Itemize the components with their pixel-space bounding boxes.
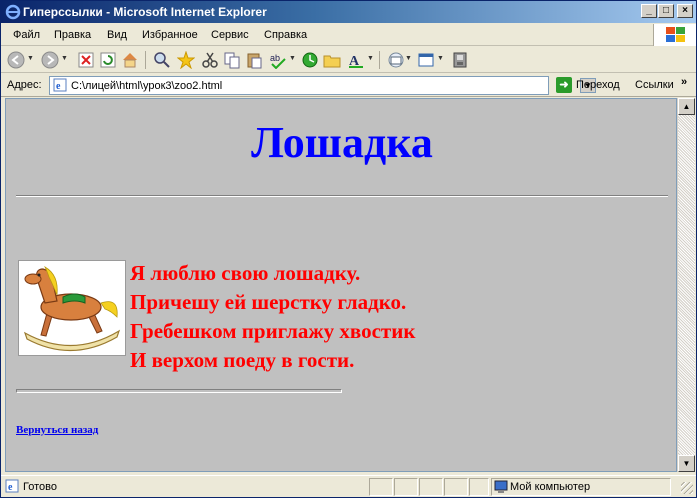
page-icon: e [53, 78, 67, 92]
close-button[interactable]: × [677, 4, 693, 18]
zone-label: Мой компьютер [510, 481, 591, 493]
home-icon[interactable] [121, 51, 139, 69]
spelling-dropdown-icon[interactable]: ▼ [289, 55, 296, 62]
back-icon[interactable] [7, 51, 25, 69]
scroll-down-icon[interactable]: ▼ [678, 455, 695, 472]
back-link[interactable]: Вернуться назад [16, 424, 98, 436]
menu-edit[interactable]: Правка [54, 29, 91, 41]
forward-dropdown-icon[interactable]: ▼ [61, 55, 68, 62]
rocking-horse-image [18, 260, 126, 356]
favorites-icon[interactable] [177, 51, 195, 69]
poem-line: Я люблю свою лошадку. [130, 261, 361, 285]
horizontal-rule [16, 195, 668, 197]
links-chevron-icon[interactable]: » [681, 76, 687, 88]
back-dropdown-icon[interactable]: ▼ [27, 55, 34, 62]
mail-icon[interactable] [387, 51, 405, 69]
menu-view[interactable]: Вид [107, 29, 127, 41]
toolbar-separator [379, 51, 380, 69]
address-input[interactable]: e C:\лицей\html\урок3\zoo2.html ▼ [49, 76, 596, 95]
address-label: Адрес: [7, 79, 42, 91]
ie-icon [5, 4, 21, 20]
scroll-track[interactable] [678, 115, 695, 455]
go-label: Переход [576, 79, 620, 91]
horizontal-rule-short [16, 389, 342, 393]
cut-icon[interactable] [201, 51, 219, 69]
scroll-up-icon[interactable]: ▲ [678, 98, 695, 115]
address-bar: Адрес: e C:\лицей\html\урок3\zoo2.html ▼… [1, 74, 696, 97]
status-cell [369, 478, 393, 496]
status-cell [444, 478, 468, 496]
menu-tools[interactable]: Сервис [211, 29, 249, 41]
forward-icon[interactable] [41, 51, 59, 69]
page-heading: Лошадка [251, 118, 433, 167]
minimize-button[interactable]: _ [641, 4, 657, 18]
toolbar-separator [145, 51, 146, 69]
menu-favorites[interactable]: Избранное [142, 29, 198, 41]
menu-bar: Файл Правка Вид Избранное Сервис Справка [1, 24, 696, 46]
svg-text:e: e [8, 482, 13, 493]
paste-icon[interactable] [245, 51, 263, 69]
status-cell [419, 478, 443, 496]
browser-window: Гиперссылки - Microsoft Internet Explore… [0, 0, 697, 498]
address-value: C:\лицей\html\урок3\zoo2.html [71, 80, 223, 92]
status-cell [469, 478, 489, 496]
history-icon[interactable] [301, 51, 319, 69]
window-title: Гиперссылки - Microsoft Internet Explore… [23, 5, 267, 19]
mail-dropdown-icon[interactable]: ▼ [405, 55, 412, 62]
menu-help[interactable]: Справка [264, 29, 307, 41]
computer-icon [494, 480, 508, 493]
maximize-button[interactable]: □ [658, 4, 674, 18]
title-bar: Гиперссылки - Microsoft Internet Explore… [1, 1, 696, 23]
horse-icon [23, 265, 121, 352]
links-label[interactable]: Ссылки [635, 79, 674, 91]
menu-file[interactable]: Файл [13, 29, 40, 41]
page-status-icon: e [5, 479, 19, 493]
stop-icon[interactable] [77, 51, 95, 69]
toolbar: ▼ ▼ ab ▼ A ▼ ▼ ▼ [1, 47, 696, 73]
font-dropdown-icon[interactable]: ▼ [367, 55, 374, 62]
vertical-scrollbar[interactable]: ▲ ▼ [677, 98, 695, 472]
status-text: Готово [23, 481, 57, 493]
svg-text:e: e [56, 81, 61, 92]
print-icon[interactable] [451, 51, 469, 69]
security-zone: Мой компьютер [491, 478, 671, 496]
edit-dropdown-icon[interactable]: ▼ [437, 55, 444, 62]
poem-line: И верхом поеду в гости. [130, 348, 355, 372]
windows-logo [653, 24, 696, 46]
refresh-icon[interactable] [99, 51, 117, 69]
page-viewport: Лошадка Я люблю свою лошадку. Причешу ей… [5, 98, 677, 472]
go-button[interactable]: ➜ Переход [554, 77, 626, 94]
copy-icon[interactable] [223, 51, 241, 69]
status-cell [394, 478, 418, 496]
windows-flag-icon [666, 27, 685, 42]
folder-icon[interactable] [323, 51, 341, 69]
resize-grip[interactable] [681, 482, 693, 494]
poem-line: Причешу ей шерстку гладко. [130, 290, 407, 314]
svg-text:ab: ab [270, 53, 280, 63]
go-arrow-icon: ➜ [556, 77, 572, 93]
font-icon[interactable]: A [347, 51, 365, 69]
poem: Я люблю свою лошадку. Причешу ей шерстку… [130, 259, 415, 375]
search-icon[interactable] [153, 51, 171, 69]
poem-line: Гребешком приглажу хвостик [130, 319, 416, 343]
edit-icon[interactable] [417, 51, 435, 69]
status-bar: e Готово Мой компьютер [1, 475, 696, 497]
spelling-icon[interactable]: ab [269, 51, 287, 69]
